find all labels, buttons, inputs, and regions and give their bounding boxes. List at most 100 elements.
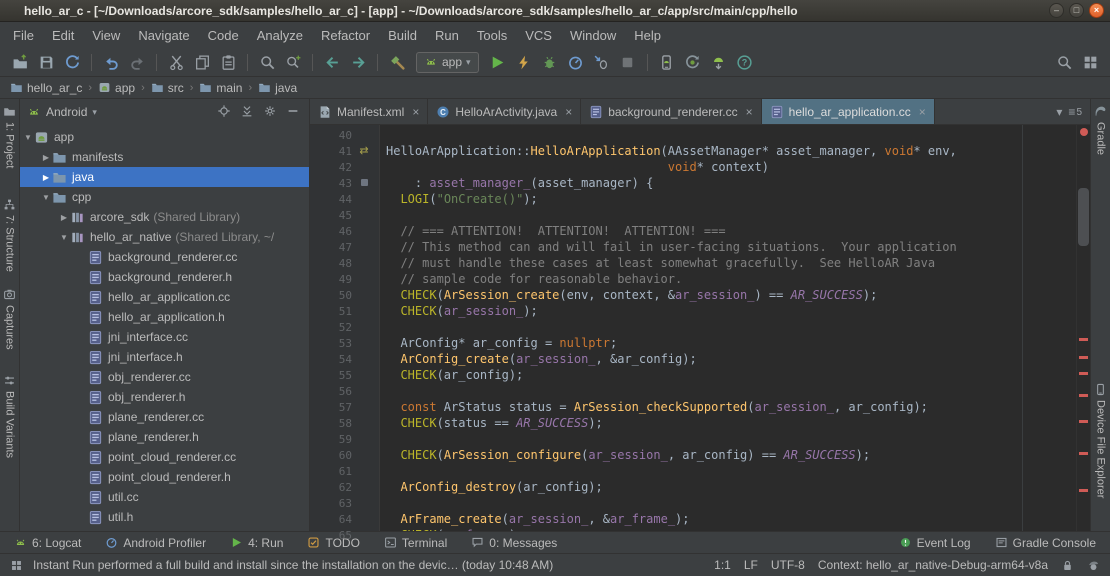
tree-item-hello-ar-native[interactable]: ▼hello_ar_native (Shared Library, ~/ [20,227,309,247]
tree-expand-arrow-icon[interactable]: ▼ [40,193,52,202]
status-message[interactable]: Instant Run performed a full build and i… [33,558,704,572]
save-all-button[interactable] [34,50,58,74]
tree-item-plane-renderer-h[interactable]: plane_renderer.h [20,427,309,447]
tool-button-6-logcat[interactable]: 6: Logcat [6,536,89,550]
tab-close-icon[interactable]: × [746,105,753,119]
tree-item-point-cloud-renderer-cc[interactable]: point_cloud_renderer.cc [20,447,309,467]
tool-button-7-structure[interactable]: 7: Structure [3,198,16,272]
error-stripe-mark[interactable] [1079,420,1088,423]
breadcrumb-java[interactable]: java [256,80,299,96]
find-button[interactable] [255,50,279,74]
maximize-button[interactable]: □ [1069,3,1084,18]
layout-grid-button[interactable] [1078,50,1102,74]
forward-button[interactable] [346,50,370,74]
debug-button[interactable] [538,50,562,74]
tree-item-background-renderer-h[interactable]: background_renderer.h [20,267,309,287]
tree-item-hello-ar-application-cc[interactable]: hello_ar_application.cc [20,287,309,307]
minimize-button[interactable]: – [1049,3,1064,18]
breadcrumb-hello-ar-c[interactable]: hello_ar_c [8,80,84,96]
editor-scrollbar-thumb[interactable] [1078,188,1089,246]
tree-expand-arrow-icon[interactable]: ▶ [40,153,52,162]
editor[interactable]: 4041⇄42434445464748495051525354555657585… [310,125,1090,531]
menu-item-edit[interactable]: Edit [43,25,83,46]
breadcrumb-src[interactable]: src [149,80,186,96]
file-encoding[interactable]: UTF-8 [771,558,805,572]
paste-button[interactable] [216,50,240,74]
editor-tabs-list-icon[interactable]: ≡5 [1068,105,1082,119]
breadcrumb-app[interactable]: app [96,80,137,96]
tab-close-icon[interactable]: × [412,105,419,119]
tool-button-0-messages[interactable]: 0: Messages [463,536,565,550]
run-config-select[interactable]: app▾ [416,52,479,73]
menu-item-window[interactable]: Window [561,25,625,46]
tool-button-event-log[interactable]: Event Log [891,536,979,550]
replace-button[interactable] [281,50,305,74]
hector-icon[interactable] [1087,559,1100,572]
apply-changes-button[interactable] [512,50,536,74]
stop-button[interactable] [616,50,640,74]
tool-button-device-file-explorer[interactable]: Device File Explorer [1094,383,1107,498]
menu-item-run[interactable]: Run [426,25,468,46]
tool-button-build-variants[interactable]: Build Variants [3,374,16,458]
error-stripe-mark[interactable] [1079,452,1088,455]
tree-item-obj-renderer-cc[interactable]: obj_renderer.cc [20,367,309,387]
tool-button-1-project[interactable]: 1: Project [3,105,16,168]
tree-item-java[interactable]: ▶java [20,167,309,187]
back-button[interactable] [320,50,344,74]
menu-item-code[interactable]: Code [199,25,248,46]
tree-item-manifests[interactable]: ▶manifests [20,147,309,167]
error-stripe-mark[interactable] [1079,489,1088,492]
search-everywhere-button[interactable] [1052,50,1076,74]
tree-item-cpp[interactable]: ▼cpp [20,187,309,207]
copy-button[interactable] [190,50,214,74]
project-view-selector[interactable]: Android [46,105,87,119]
tree-item-util-cc[interactable]: util.cc [20,487,309,507]
error-stripe-mark[interactable] [1079,394,1088,397]
tool-button-android-profiler[interactable]: Android Profiler [97,536,214,550]
help-button[interactable]: ? [733,50,757,74]
breadcrumb-main[interactable]: main [197,80,244,96]
menu-item-build[interactable]: Build [379,25,426,46]
menu-item-navigate[interactable]: Navigate [129,25,198,46]
tree-item-arcore-sdk[interactable]: ▶arcore_sdk (Shared Library) [20,207,309,227]
profile-button[interactable] [564,50,588,74]
hide-panel-button[interactable] [286,104,302,120]
tab-close-icon[interactable]: × [919,105,926,119]
gradle-sync-button[interactable] [681,50,705,74]
error-stripe-mark[interactable] [1079,372,1088,375]
menu-item-refactor[interactable]: Refactor [312,25,379,46]
error-stripe-mark[interactable] [1079,356,1088,359]
tab-helloaractivity-java[interactable]: CHelloArActivity.java× [428,99,581,124]
undo-button[interactable] [99,50,123,74]
close-button[interactable]: × [1089,3,1104,18]
settings-gear-button[interactable] [263,104,279,120]
tree-item-point-cloud-renderer-h[interactable]: point_cloud_renderer.h [20,467,309,487]
tree-expand-arrow-icon[interactable]: ▼ [58,233,70,242]
lock-icon[interactable] [1061,559,1074,572]
menu-item-help[interactable]: Help [625,25,670,46]
open-button[interactable] [8,50,32,74]
error-stripe-mark[interactable] [1079,338,1088,341]
tab-close-icon[interactable]: × [565,105,572,119]
tree-item-obj-renderer-h[interactable]: obj_renderer.h [20,387,309,407]
tool-button-terminal[interactable]: Terminal [376,536,455,550]
menu-item-file[interactable]: File [4,25,43,46]
tree-item-plane-renderer-cc[interactable]: plane_renderer.cc [20,407,309,427]
locate-button[interactable] [217,104,233,120]
sdk-manager-button[interactable] [707,50,731,74]
tree-expand-arrow-icon[interactable]: ▶ [58,213,70,222]
tree-item-app[interactable]: ▼app [20,127,309,147]
line-separator[interactable]: LF [744,558,758,572]
code-area[interactable]: HelloArApplication::HelloArApplication(A… [380,125,1076,531]
attach-debugger-button[interactable] [590,50,614,74]
tree-item-hello-ar-application-h[interactable]: hello_ar_application.h [20,307,309,327]
tab-manifest-xml[interactable]: Manifest.xml× [310,99,428,124]
tree-item-jni-interface-h[interactable]: jni_interface.h [20,347,309,367]
cut-button[interactable] [164,50,188,74]
menu-item-vcs[interactable]: VCS [516,25,561,46]
collapse-all-button[interactable] [240,104,256,120]
menu-item-view[interactable]: View [83,25,129,46]
sync-button[interactable] [60,50,84,74]
tool-button-4-run[interactable]: 4: Run [222,536,291,550]
tool-button-gradle[interactable]: Gradle [1094,105,1107,155]
